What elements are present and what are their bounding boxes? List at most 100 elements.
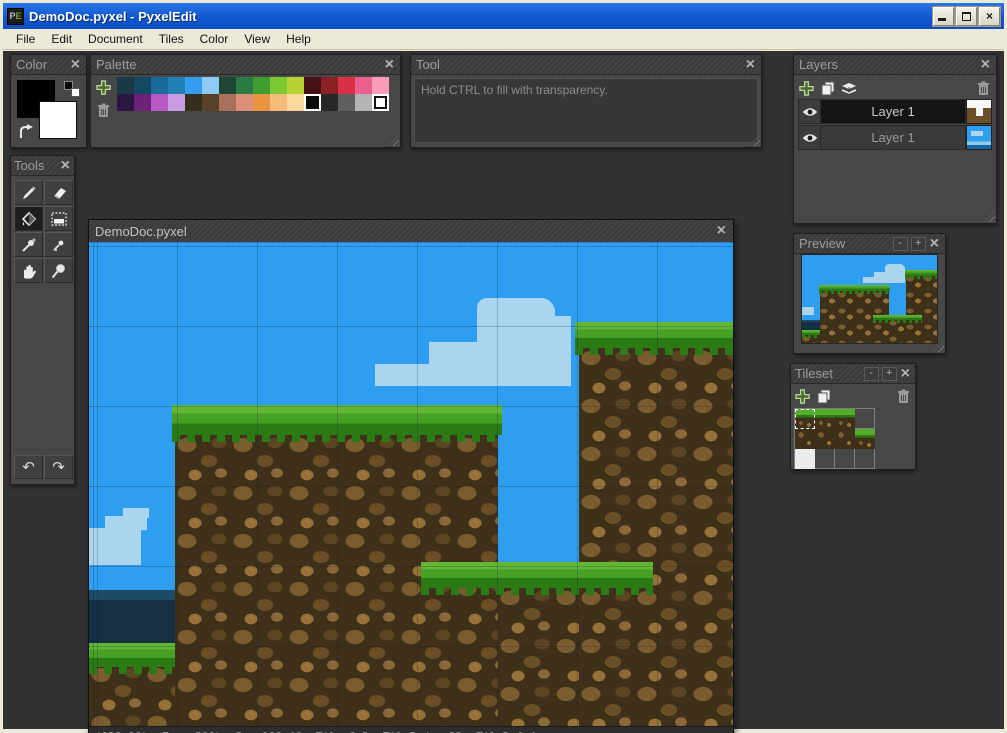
palette-swatch[interactable] (355, 77, 372, 94)
palette-swatch[interactable] (168, 94, 185, 111)
document-close-icon[interactable]: × (716, 223, 727, 239)
zoom-tool-button[interactable] (44, 258, 73, 283)
tileset-tile[interactable] (815, 409, 835, 429)
palette-swatch[interactable] (338, 77, 355, 94)
add-tile-button[interactable] (794, 388, 811, 405)
pencil-tool-button[interactable] (14, 180, 43, 205)
default-colors-icon[interactable] (64, 81, 80, 97)
palette-panel-close-icon[interactable]: × (384, 57, 395, 73)
palette-swatch[interactable] (219, 77, 236, 94)
menu-edit[interactable]: Edit (44, 30, 79, 48)
palette-swatch[interactable] (287, 77, 304, 94)
layer-1-thumbnail[interactable] (966, 99, 992, 124)
preview-panel-close-icon[interactable]: × (929, 236, 940, 252)
palette-swatch[interactable] (236, 94, 253, 111)
palette-swatch[interactable] (338, 94, 355, 111)
palette-swatch[interactable] (202, 77, 219, 94)
menu-view[interactable]: View (237, 30, 277, 48)
tileset-tile[interactable] (835, 429, 855, 449)
layers-panel-close-icon[interactable]: × (980, 57, 991, 73)
tileset-tile[interactable] (835, 409, 855, 429)
palette-swatch[interactable] (372, 94, 389, 111)
palette-swatch[interactable] (270, 94, 287, 111)
menu-color[interactable]: Color (193, 30, 236, 48)
palette-swatch[interactable] (304, 94, 321, 111)
color-panel-close-icon[interactable]: × (70, 57, 81, 73)
tool-panel-titlebar[interactable]: Tool × (411, 55, 761, 75)
palette-swatch[interactable] (134, 94, 151, 111)
menu-document[interactable]: Document (81, 30, 150, 48)
palette-swatch[interactable] (270, 77, 287, 94)
duplicate-tile-button[interactable] (815, 388, 832, 405)
palette-swatch[interactable] (185, 77, 202, 94)
layer-2-visibility-toggle[interactable] (798, 125, 821, 150)
layers-panel-titlebar[interactable]: Layers × (794, 55, 996, 75)
palette-swatch[interactable] (117, 77, 134, 94)
layer-1-visibility-toggle[interactable] (798, 99, 821, 124)
tileset-tile[interactable] (815, 429, 835, 449)
tileset-tile[interactable] (795, 429, 815, 449)
layers-resize-grip[interactable] (984, 211, 995, 222)
tileset-tile[interactable] (855, 429, 875, 449)
delete-layer-trash-icon[interactable] (975, 80, 992, 97)
palette-swatch[interactable] (236, 77, 253, 94)
palette-swatch[interactable] (287, 94, 304, 111)
tileset-panel-close-icon[interactable]: × (900, 366, 911, 382)
palette-swatch[interactable] (253, 94, 270, 111)
redo-button[interactable]: ↷ (44, 455, 73, 479)
palette-swatch[interactable] (321, 77, 338, 94)
tools-panel-titlebar[interactable]: Tools × (11, 156, 74, 176)
tools-panel-close-icon[interactable]: × (60, 158, 71, 174)
layer-row-1[interactable]: Layer 1 (798, 99, 992, 124)
tileset-panel-titlebar[interactable]: Tileset - + × (791, 364, 915, 384)
tileset-zoom-out-button[interactable]: - (864, 367, 879, 381)
delete-tile-trash-icon[interactable] (895, 388, 912, 405)
drawing-canvas[interactable] (89, 242, 733, 726)
add-color-button[interactable] (95, 79, 112, 96)
layer-2-thumbnail[interactable] (966, 125, 992, 150)
duplicate-layer-button[interactable] (819, 80, 836, 97)
menu-tiles[interactable]: Tiles (152, 30, 191, 48)
palette-swatch[interactable] (355, 94, 372, 111)
merge-layers-button[interactable] (840, 80, 857, 97)
layer-row-2[interactable]: Layer 1 (798, 125, 992, 150)
delete-color-trash-icon[interactable] (95, 102, 112, 119)
menu-file[interactable]: File (9, 30, 42, 48)
menu-help[interactable]: Help (279, 30, 318, 48)
tileset-tile-empty[interactable] (795, 449, 815, 469)
palette-panel-titlebar[interactable]: Palette × (91, 55, 400, 75)
palette-swatch[interactable] (372, 77, 389, 94)
palette-swatch[interactable] (321, 94, 338, 111)
preview-zoom-out-button[interactable]: - (893, 237, 908, 251)
tileset-zoom-in-button[interactable]: + (882, 367, 897, 381)
palette-swatch[interactable] (304, 77, 321, 94)
swap-colors-icon[interactable] (18, 124, 36, 140)
preview-zoom-in-button[interactable]: + (911, 237, 926, 251)
close-button[interactable]: × (979, 7, 1000, 26)
tool-panel-close-icon[interactable]: × (745, 57, 756, 73)
preview-panel-titlebar[interactable]: Preview - + × (794, 234, 945, 254)
palette-swatch[interactable] (151, 77, 168, 94)
palette-swatch[interactable] (134, 77, 151, 94)
palette-swatch[interactable] (117, 94, 134, 111)
palette-swatch[interactable] (151, 94, 168, 111)
palette-swatch[interactable] (168, 77, 185, 94)
secondary-color-swatch[interactable] (39, 101, 77, 139)
pan-hand-tool-button[interactable] (14, 258, 43, 283)
palette-swatch[interactable] (219, 94, 236, 111)
add-layer-button[interactable] (798, 80, 815, 97)
color-panel-titlebar[interactable]: Color × (11, 55, 86, 75)
layer-1-name[interactable]: Layer 1 (821, 99, 966, 124)
tileset-tile[interactable] (795, 409, 815, 429)
document-titlebar[interactable]: DemoDoc.pyxel × (89, 220, 733, 242)
fill-bucket-tool-button[interactable] (14, 206, 43, 231)
palette-swatch[interactable] (253, 77, 270, 94)
layer-2-name[interactable]: Layer 1 (821, 125, 966, 150)
tileset-grid[interactable] (794, 408, 875, 469)
tile-stamp-tool-button[interactable] (44, 206, 73, 231)
palette-resize-grip[interactable] (388, 135, 399, 146)
minimize-button[interactable] (933, 7, 954, 26)
maximize-button[interactable] (956, 7, 977, 26)
eyedropper-tool-button[interactable] (14, 232, 43, 257)
palette-swatch[interactable] (185, 94, 202, 111)
